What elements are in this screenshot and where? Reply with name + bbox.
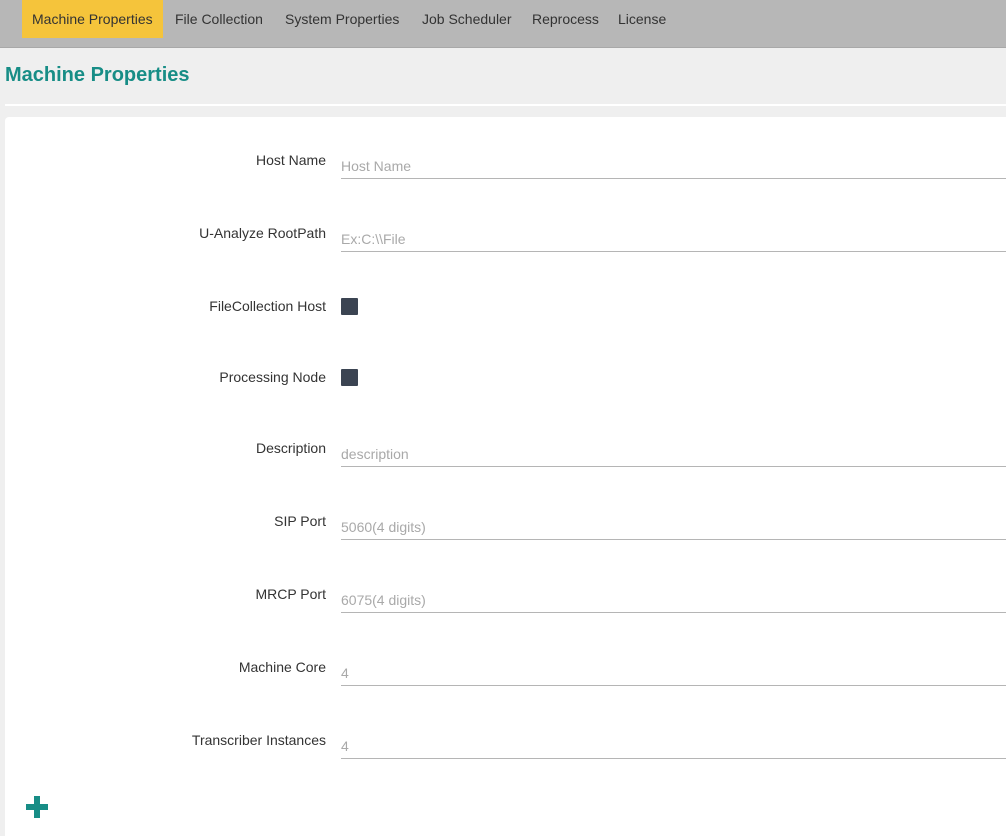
machine-core-label: Machine Core (238, 659, 326, 675)
processing-node-row: Processing Node (5, 361, 1006, 401)
root-path-row: U-Analyze RootPath (5, 217, 1006, 257)
description-label: Description (255, 440, 326, 456)
processing-node-checkbox[interactable] (341, 369, 358, 386)
host-name-label: Host Name (255, 152, 326, 168)
mrcp-port-label: MRCP Port (255, 586, 326, 602)
tab-system-properties[interactable]: System Properties (275, 0, 409, 38)
host-name-input[interactable] (341, 144, 1006, 179)
add-button[interactable] (25, 795, 49, 819)
machine-core-row: Machine Core (5, 651, 1006, 691)
transcriber-instances-label: Transcriber Instances (191, 732, 326, 748)
plus-icon (26, 796, 48, 818)
filecollection-host-checkbox[interactable] (341, 298, 358, 315)
tab-license[interactable]: License (608, 0, 676, 38)
filecollection-host-label: FileCollection Host (209, 298, 326, 314)
root-path-label: U-Analyze RootPath (199, 225, 326, 241)
tab-job-scheduler[interactable]: Job Scheduler (412, 0, 522, 38)
processing-node-label: Processing Node (219, 369, 326, 385)
sip-port-row: SIP Port (5, 505, 1006, 545)
description-input[interactable] (341, 432, 1006, 467)
tab-machine-properties[interactable]: Machine Properties (22, 0, 163, 38)
tab-reprocess[interactable]: Reprocess (522, 0, 609, 38)
sip-port-label: SIP Port (274, 513, 326, 529)
machine-properties-form: Host Name U-Analyze RootPath FileCollect… (5, 117, 1006, 836)
transcriber-instances-row: Transcriber Instances (5, 724, 1006, 764)
root-path-input[interactable] (341, 217, 1006, 252)
machine-core-input[interactable] (341, 651, 1006, 686)
sip-port-input[interactable] (341, 505, 1006, 540)
description-row: Description (5, 432, 1006, 472)
mrcp-port-input[interactable] (341, 578, 1006, 613)
top-tab-bar: Machine Properties File Collection Syste… (0, 0, 1006, 48)
filecollection-host-row: FileCollection Host (5, 290, 1006, 330)
host-name-row: Host Name (5, 144, 1006, 184)
transcriber-instances-input[interactable] (341, 724, 1006, 759)
page-title: Machine Properties (5, 64, 190, 86)
mrcp-port-row: MRCP Port (5, 578, 1006, 618)
title-divider (5, 104, 1006, 106)
tab-file-collection[interactable]: File Collection (165, 0, 273, 38)
